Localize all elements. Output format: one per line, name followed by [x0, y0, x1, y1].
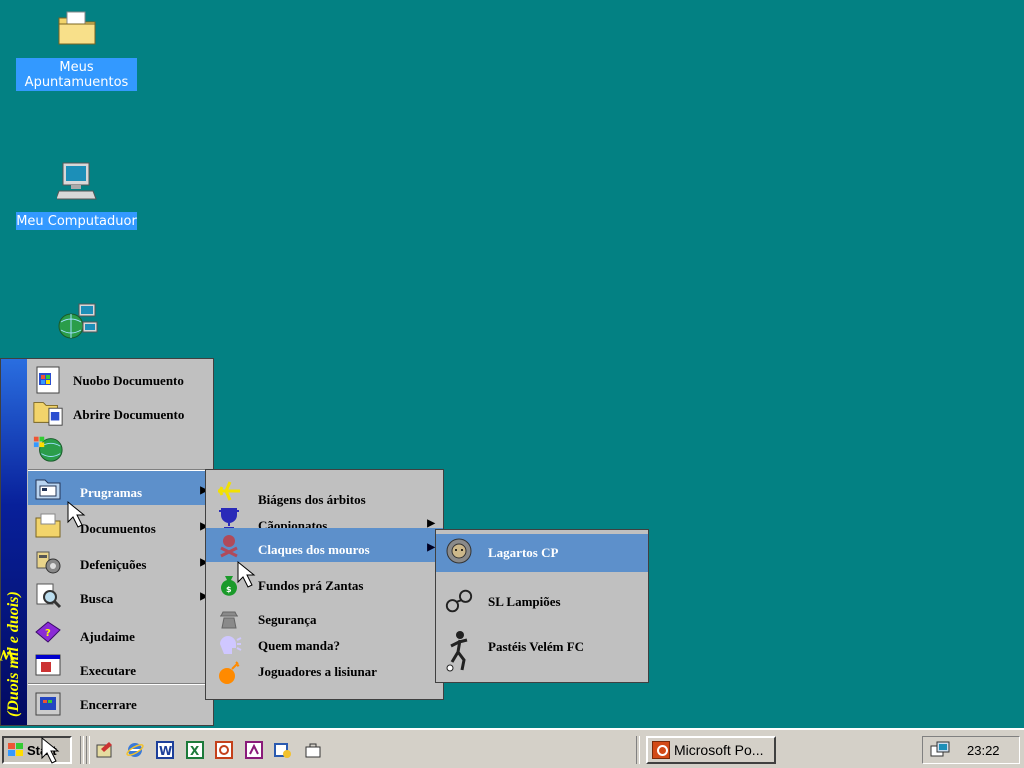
menu-item-label: Nuobo Documuento: [73, 373, 184, 388]
svg-text:$: $: [226, 585, 232, 594]
documents-icon: [32, 511, 64, 541]
system-tray: 23:22: [922, 736, 1020, 764]
network-icon: [55, 300, 99, 344]
menu-item-help[interactable]: ? Ajudaime: [28, 615, 214, 649]
desktop-icon-label: Meu Computaduor: [16, 212, 137, 230]
menu-item-label: Defeniçuões: [80, 557, 147, 572]
submenu-item-biagens[interactable]: Biágens dos árbitos: [206, 478, 443, 507]
start-menu: Windous 2002 (Duois mil e duois) Nuobo D…: [0, 358, 214, 726]
menu-item-label: Encerrare: [80, 697, 137, 712]
menu-separator: [28, 683, 214, 685]
mouse-cursor-icon: [41, 736, 60, 764]
svg-text:X: X: [190, 744, 200, 758]
spy-icon: [214, 604, 244, 630]
submenu-item-sl-lampioes[interactable]: SL Lampiões: [436, 586, 648, 620]
show-desktop-icon[interactable]: [94, 739, 116, 761]
settings-icon: [32, 547, 64, 577]
airplane-icon: [214, 478, 244, 504]
windows-update-icon: [32, 433, 64, 463]
submenu-item-label: SL Lampiões: [488, 594, 561, 609]
submenu-item-label: Fundos prá Zantas: [258, 578, 364, 593]
menu-item-windows-update[interactable]: [28, 431, 214, 467]
bomb-icon: [214, 660, 244, 686]
new-document-icon: [32, 365, 64, 395]
clock[interactable]: 23:22: [967, 743, 1000, 758]
mouse-cursor-icon: [67, 500, 86, 528]
run-icon: [32, 651, 64, 681]
svg-text:?: ?: [45, 628, 51, 639]
desktop-icon-my-computer[interactable]: Meu Computaduor: [16, 160, 137, 230]
menu-item-label: Executare: [80, 663, 137, 678]
taskbar: Start W X Microsoft Po... 23:22: [0, 728, 1024, 768]
shutdown-icon: [32, 689, 64, 719]
internet-explorer-icon[interactable]: [124, 739, 146, 761]
speaking-head-icon: [214, 632, 244, 658]
handcuffs-icon: [444, 588, 474, 614]
submenu-item-claques[interactable]: Claques dos mouros ▶: [206, 528, 443, 562]
outlook-icon[interactable]: [272, 739, 294, 761]
open-document-icon: [32, 397, 64, 427]
svg-text:W: W: [159, 744, 172, 758]
word-icon[interactable]: W: [154, 739, 176, 761]
submenu-item-label: Segurança: [258, 612, 317, 627]
submenu-item-joguadores[interactable]: Joguadores a lisiunar: [206, 658, 443, 686]
computer-icon: [55, 160, 99, 204]
help-icon: ?: [32, 617, 64, 647]
excel-icon[interactable]: X: [184, 739, 206, 761]
submenu-item-seguranca[interactable]: Segurança: [206, 604, 443, 632]
windows-logo-icon: [8, 743, 24, 757]
lion-icon: [444, 538, 474, 564]
submenu-arrow-icon: ▶: [427, 542, 435, 553]
folder-icon: [55, 6, 99, 50]
skull-icon: [214, 532, 244, 558]
claques-submenu: Lagartos CP SL Lampiões Pastéis Velém FC: [435, 529, 649, 683]
menu-item-new-document[interactable]: Nuobo Documuento: [28, 365, 214, 395]
submenu-item-quem-manda[interactable]: Quem manda?: [206, 632, 443, 658]
taskbar-separator: [636, 736, 640, 764]
menu-item-label: Busca: [80, 591, 114, 606]
submenu-item-label: Joguadores a lisiunar: [258, 664, 377, 679]
submenu-item-lagartos[interactable]: Lagartos CP: [436, 534, 648, 572]
taskbar-separator: [86, 736, 90, 764]
menu-item-label: Ajudaime: [80, 629, 135, 644]
start-menu-banner-title: Windous 2002: [0, 646, 15, 664]
desktop-icon-network[interactable]: [16, 300, 137, 352]
search-icon: [32, 581, 64, 611]
powerpoint-icon[interactable]: [213, 739, 235, 761]
start-menu-banner: Windous 2002 (Duois mil e duois): [0, 359, 27, 725]
briefcase-icon[interactable]: [302, 739, 324, 761]
programs-icon: [32, 473, 64, 503]
menu-item-settings[interactable]: Defeniçuões ▶: [28, 545, 214, 579]
menu-item-run[interactable]: Executare: [28, 649, 214, 683]
menu-item-shutdown[interactable]: Encerrare: [28, 687, 214, 723]
submenu-item-label: Quem manda?: [258, 638, 340, 653]
taskbar-button-powerpoint[interactable]: Microsoft Po...: [646, 736, 776, 764]
desktop-icon-my-documents[interactable]: Meus Apuntamuentos: [16, 6, 137, 91]
submenu-item-label: Claques dos mouros: [258, 542, 370, 557]
menu-item-open-document[interactable]: Abrire Documuento: [28, 397, 214, 429]
access-icon[interactable]: [243, 739, 265, 761]
taskbar-separator: [80, 736, 84, 764]
menu-item-label: Documuentos: [80, 521, 156, 536]
menu-item-search[interactable]: Busca ▶: [28, 579, 214, 613]
menu-item-programs[interactable]: Prugramas ▶: [28, 471, 214, 505]
powerpoint-icon: [652, 741, 670, 759]
mouse-cursor-icon: [237, 560, 256, 588]
taskbar-button-label: Microsoft Po...: [674, 742, 764, 758]
submenu-item-pasteis-velem[interactable]: Pastéis Velém FC: [436, 628, 648, 674]
submenu-item-label: Pastéis Velém FC: [488, 639, 585, 654]
network-status-icon[interactable]: [929, 740, 951, 763]
menu-item-label: Prugramas: [80, 485, 143, 500]
desktop-icon-label: Meus Apuntamuentos: [16, 58, 137, 91]
footballer-icon: [444, 630, 474, 672]
menu-item-documents[interactable]: Documuentos ▶: [28, 509, 214, 543]
submenu-item-label: Lagartos CP: [488, 545, 559, 560]
menu-item-label: Abrire Documuento: [73, 407, 185, 422]
